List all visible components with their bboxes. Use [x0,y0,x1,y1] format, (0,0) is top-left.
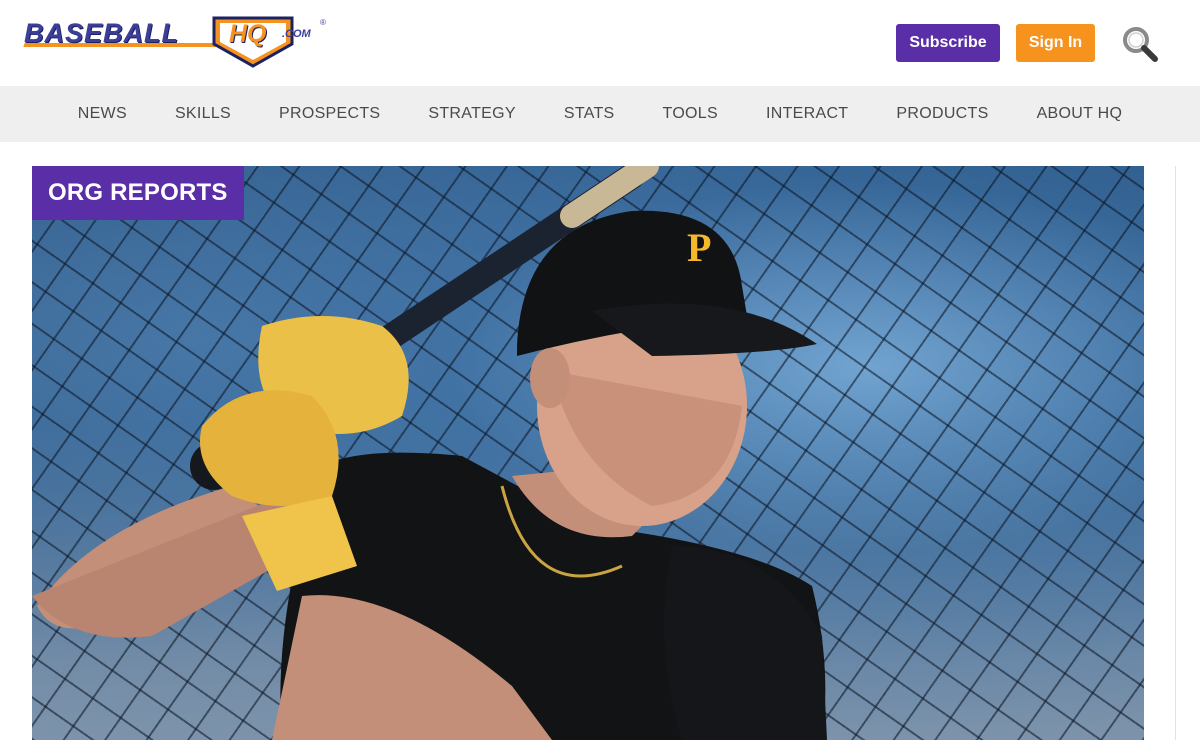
nav-item-prospects[interactable]: PROSPECTS [255,105,404,123]
content-divider [1175,166,1176,740]
nav-item-strategy[interactable]: STRATEGY [404,105,539,123]
search-icon [1123,27,1158,62]
logo-hq-mark: HQ [229,20,267,48]
nav-item-products[interactable]: PRODUCTS [872,105,1012,123]
search-button[interactable] [1120,24,1160,64]
main-nav: NEWS SKILLS PROSPECTS STRATEGY STATS TOO… [0,86,1200,142]
nav-item-about-hq[interactable]: ABOUT HQ [1013,105,1147,123]
nav-item-stats[interactable]: STATS [540,105,639,123]
sign-in-button[interactable]: Sign In [1016,24,1095,62]
nav-item-skills[interactable]: SKILLS [151,105,255,123]
logo-wordmark: BASEBALL [24,18,179,48]
hero-image[interactable]: P [32,166,1144,740]
nav-item-tools[interactable]: TOOLS [639,105,742,123]
batter-illustration [32,166,827,740]
category-badge[interactable]: ORG REPORTS [32,166,244,220]
cap-logo: P [687,225,712,270]
nav-item-interact[interactable]: INTERACT [742,105,872,123]
logo-dotcom: .COM [282,28,311,40]
site-header: BASEBALL HQ .COM ® Subscribe Sign In [0,0,1200,86]
subscribe-button[interactable]: Subscribe [896,24,1000,62]
logo-trademark: ® [320,18,326,27]
baseballhq-logo[interactable]: BASEBALL HQ .COM ® [23,14,328,70]
nav-item-news[interactable]: NEWS [54,105,151,123]
